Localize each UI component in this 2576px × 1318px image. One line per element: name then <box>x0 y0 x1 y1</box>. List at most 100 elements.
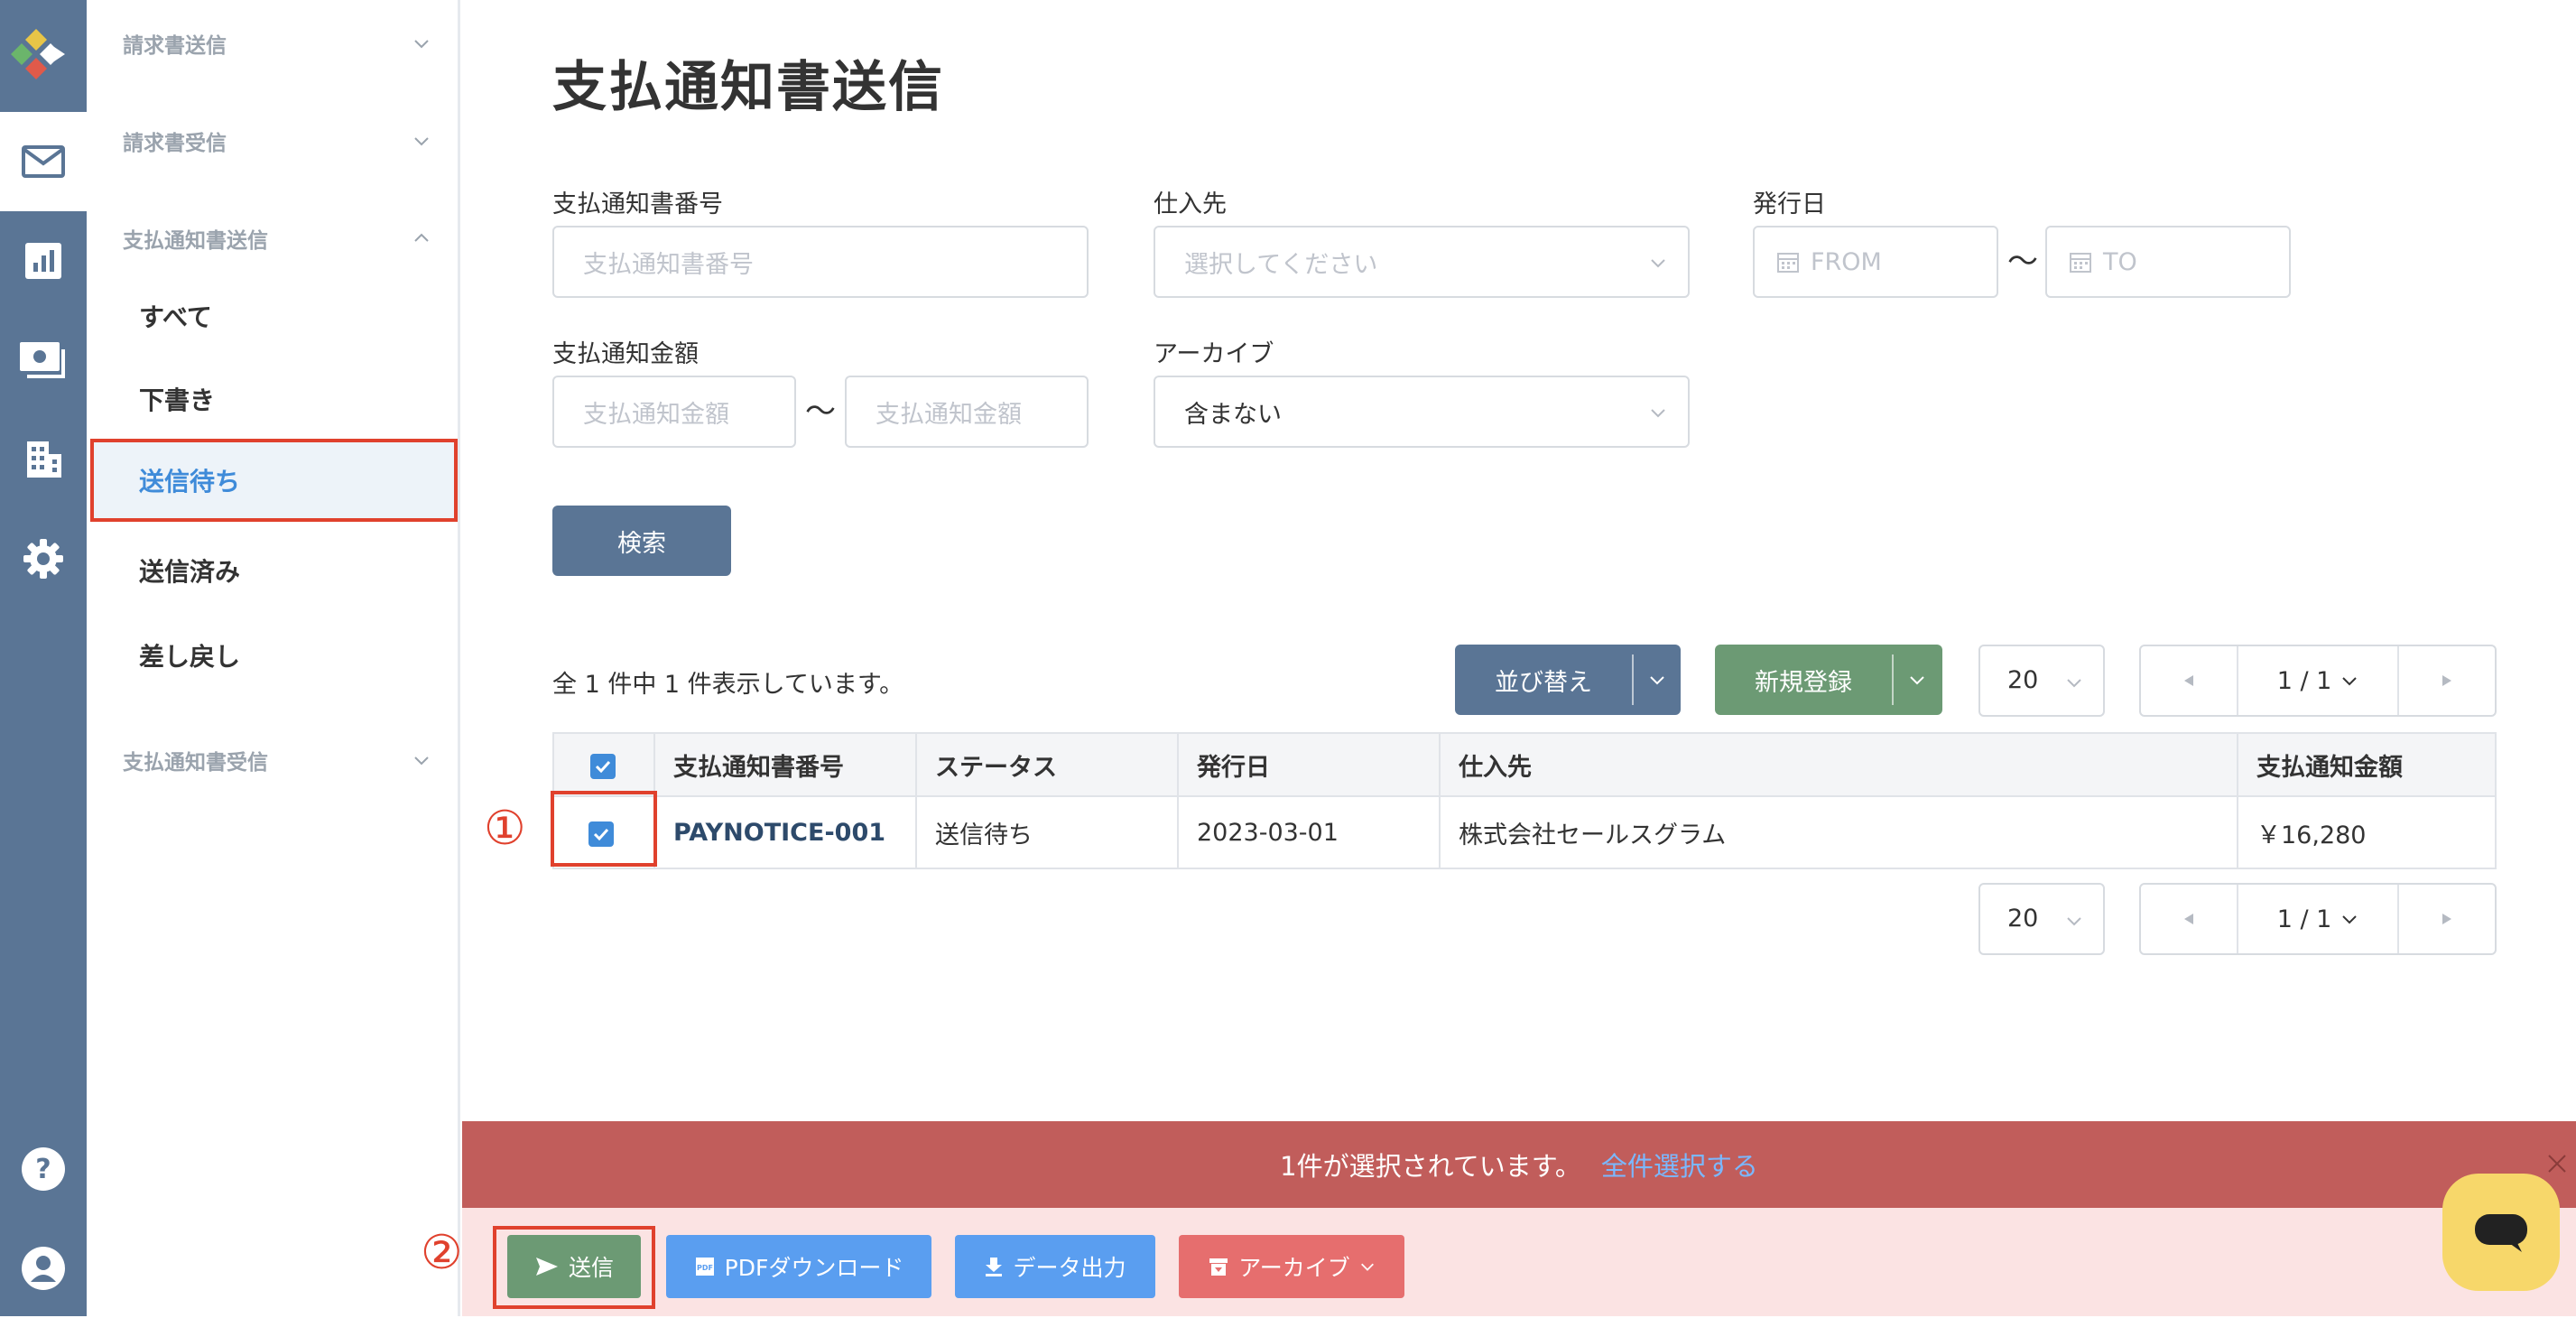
sidebar-item-returned[interactable]: 差し戻し <box>87 614 458 697</box>
amount-min-placeholder: 支払通知金額 <box>583 394 729 430</box>
download-icon <box>984 1256 1004 1277</box>
sidebar-item-sent[interactable]: 送信済み <box>87 529 458 612</box>
archive-value: 含まない <box>1184 394 1282 430</box>
row-amount: ￥16,280 <box>2238 796 2496 868</box>
archive-button[interactable]: アーカイブ <box>1179 1235 1404 1298</box>
archive-label: アーカイブ <box>1154 334 1274 369</box>
sidebar-item-label: 下書き <box>139 381 215 417</box>
amount-max-input[interactable]: 支払通知金額 <box>845 376 1089 448</box>
export-label: データ出力 <box>1013 1250 1126 1283</box>
sub-sidebar: 請求書送信 請求書受信 支払通知書送信 すべて 下書き 送信待ち 送信済み 差し… <box>87 0 460 1316</box>
building-icon[interactable] <box>0 410 87 509</box>
sidebar-group-invoice-receive[interactable]: 請求書受信 <box>123 123 431 159</box>
to-placeholder: TO <box>2103 248 2137 276</box>
issue-date-to-input[interactable]: TO <box>2045 226 2291 298</box>
per-page-select-bottom[interactable]: 20 <box>1978 883 2105 955</box>
select-all-link[interactable]: 全件選択する <box>1601 1146 1758 1183</box>
data-export-button[interactable]: データ出力 <box>955 1235 1155 1298</box>
chevron-down-icon <box>2065 673 2083 691</box>
per-page-value: 20 <box>2007 666 2038 694</box>
page-select[interactable]: 1 / 1 <box>2238 646 2397 715</box>
col-status[interactable]: ステータス <box>916 733 1178 796</box>
table-row[interactable]: PAYNOTICE-001 送信待ち 2023-03-01 株式会社セールスグラ… <box>553 796 2496 868</box>
col-supplier[interactable]: 仕入先 <box>1440 733 2238 796</box>
sidebar-group-label: 支払通知書受信 <box>123 745 268 775</box>
select-all-cell <box>553 733 654 796</box>
payment-notice-table: 支払通知書番号 ステータス 発行日 仕入先 支払通知金額 PAYNOTICE-0… <box>552 732 2497 869</box>
main-content: 支払通知書送信 支払通知書番号 支払通知書番号 仕入先 選択してください 発行日… <box>462 0 2576 1316</box>
pagination-top: 1 / 1 <box>2139 645 2497 717</box>
prev-page-button[interactable] <box>2141 885 2238 953</box>
number-input[interactable]: 支払通知書番号 <box>552 226 1089 298</box>
sidebar-item-label: すべて <box>139 298 212 334</box>
check-icon <box>595 760 611 773</box>
select-all-checkbox[interactable] <box>590 754 616 779</box>
sort-button[interactable]: 並び替え <box>1455 645 1681 715</box>
help-icon[interactable]: ? <box>0 1119 87 1219</box>
sidebar-item-label: 送信待ち <box>139 462 240 498</box>
col-amount[interactable]: 支払通知金額 <box>2238 733 2496 796</box>
sidebar-group-payment-notice-receive[interactable]: 支払通知書受信 <box>123 742 431 778</box>
archive-select[interactable]: 含まない <box>1154 376 1690 448</box>
selection-bar: 1件が選択されています。 全件選択する <box>462 1121 2576 1208</box>
sidebar-group-invoice-send[interactable]: 請求書送信 <box>123 25 431 61</box>
chevron-up-icon <box>412 229 431 247</box>
chart-icon[interactable] <box>0 211 87 311</box>
search-button[interactable]: 検索 <box>552 506 731 576</box>
number-label: 支払通知書番号 <box>552 184 723 219</box>
page-indicator: 1 / 1 <box>2277 667 2332 695</box>
user-icon[interactable] <box>0 1219 87 1318</box>
caret-right-icon <box>2441 912 2453 926</box>
date-range-separator: 〜 <box>2007 237 2038 281</box>
per-page-value: 20 <box>2007 905 2038 933</box>
selection-text: 1件が選択されています。 <box>1280 1146 1581 1183</box>
logo-icon[interactable] <box>0 0 87 112</box>
sidebar-item-all[interactable]: すべて <box>87 274 458 357</box>
amount-min-input[interactable]: 支払通知金額 <box>552 376 796 448</box>
new-registration-button[interactable]: 新規登録 <box>1715 645 1942 715</box>
chevron-down-icon <box>2065 912 2083 930</box>
next-page-button[interactable] <box>2397 885 2495 953</box>
col-number[interactable]: 支払通知書番号 <box>654 733 916 796</box>
calendar-icon <box>1776 250 1800 274</box>
per-page-select-top[interactable]: 20 <box>1978 645 2105 717</box>
row-status: 送信待ち <box>916 796 1178 868</box>
send-button[interactable]: 送信 <box>507 1235 641 1298</box>
page-select[interactable]: 1 / 1 <box>2238 885 2397 953</box>
supplier-select[interactable]: 選択してください <box>1154 226 1690 298</box>
step-2-marker: ② <box>421 1226 463 1280</box>
issue-date-from-input[interactable]: FROM <box>1753 226 1998 298</box>
chevron-down-icon <box>1648 671 1666 689</box>
chevron-down-icon <box>1359 1258 1376 1275</box>
caret-left-icon <box>2182 673 2195 688</box>
chevron-down-icon <box>2340 672 2358 690</box>
sidebar-item-waiting[interactable]: 送信待ち <box>90 439 458 522</box>
prev-page-button[interactable] <box>2141 646 2238 715</box>
gear-icon[interactable] <box>0 509 87 608</box>
close-icon[interactable] <box>2545 1152 2569 1175</box>
from-placeholder: FROM <box>1811 248 1882 276</box>
next-page-button[interactable] <box>2397 646 2495 715</box>
supplier-label: 仕入先 <box>1154 184 1227 219</box>
archive-icon <box>1208 1256 1229 1277</box>
step-1-marker: ① <box>484 802 526 856</box>
svg-text:?: ? <box>35 1154 51 1185</box>
sidebar-item-draft[interactable]: 下書き <box>87 357 458 441</box>
page-indicator: 1 / 1 <box>2277 905 2332 933</box>
col-issue-date[interactable]: 発行日 <box>1178 733 1440 796</box>
pdf-download-button[interactable]: PDF PDFダウンロード <box>666 1235 931 1298</box>
divider <box>1632 654 1634 705</box>
calendar-icon <box>2069 250 2092 274</box>
amount-max-placeholder: 支払通知金額 <box>876 394 1022 430</box>
result-count: 全 1 件中 1 件表示しています。 <box>552 664 903 700</box>
chevron-down-icon <box>2340 910 2358 928</box>
row-number-link[interactable]: PAYNOTICE-001 <box>654 796 916 868</box>
row-checkbox-highlight <box>551 791 657 867</box>
chevron-down-icon <box>1648 253 1668 273</box>
chat-button[interactable] <box>2442 1174 2560 1291</box>
mail-icon[interactable] <box>0 112 87 211</box>
sidebar-group-label: 請求書送信 <box>123 28 227 59</box>
row-supplier: 株式会社セールスグラム <box>1440 796 2238 868</box>
invoice-icon[interactable] <box>0 311 87 410</box>
sidebar-group-payment-notice-send[interactable]: 支払通知書送信 <box>123 220 431 256</box>
